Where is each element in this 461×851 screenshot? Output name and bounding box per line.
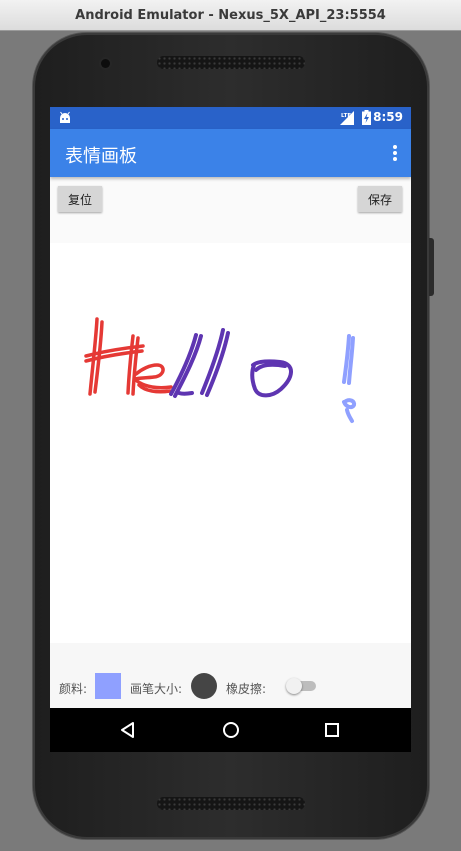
back-button[interactable] <box>117 719 139 741</box>
svg-text:LTE: LTE <box>341 113 351 119</box>
stroke-letter-o <box>250 359 293 398</box>
eraser-label: 橡皮擦: <box>226 682 267 696</box>
eraser-toggle[interactable] <box>286 678 316 694</box>
bottom-speaker <box>157 797 305 810</box>
nav-bar <box>50 708 411 752</box>
canvas-drawing <box>84 317 357 423</box>
android-icon <box>60 111 70 123</box>
emulator-title-bar: Android Emulator - Nexus_5X_API_23:5554 <box>0 0 461 31</box>
stroke-exclamation <box>342 334 357 423</box>
home-icon <box>223 722 239 738</box>
stroke-letter-e <box>133 363 173 394</box>
back-icon <box>121 722 134 738</box>
reset-button[interactable]: 复位 <box>58 186 102 212</box>
signal-lte-icon: LTE <box>340 111 354 125</box>
drawing-canvas[interactable] <box>50 243 411 643</box>
recents-icon <box>325 723 339 737</box>
pigment-color-swatch[interactable] <box>95 673 121 699</box>
brush-size-preview[interactable] <box>191 673 217 699</box>
status-bar: LTE 8:59 <box>50 107 411 129</box>
recents-button[interactable] <box>321 719 343 741</box>
pigment-label: 颜料: <box>59 682 88 696</box>
stroke-letter-h <box>84 317 145 396</box>
status-clock: 8:59 <box>373 110 403 124</box>
eraser-toggle-thumb <box>286 678 302 694</box>
app-title: 表情画板 <box>65 146 137 167</box>
top-speaker <box>157 56 305 69</box>
emulator-title: Android Emulator - Nexus_5X_API_23:5554 <box>75 7 386 23</box>
stroke-letter-ll <box>169 328 230 398</box>
overflow-menu-icon[interactable] <box>389 143 401 163</box>
home-button[interactable] <box>220 719 242 741</box>
save-button[interactable]: 保存 <box>358 186 402 212</box>
app-bar: 表情画板 <box>50 129 411 177</box>
front-camera <box>101 59 110 68</box>
device-screen: LTE 8:59 表情画板 复位 保存 颜料: 画笔大小: 橡皮擦: <box>50 107 411 752</box>
volume-button[interactable] <box>429 238 434 296</box>
battery-charging-icon <box>362 110 371 125</box>
brush-size-label: 画笔大小: <box>130 682 183 696</box>
